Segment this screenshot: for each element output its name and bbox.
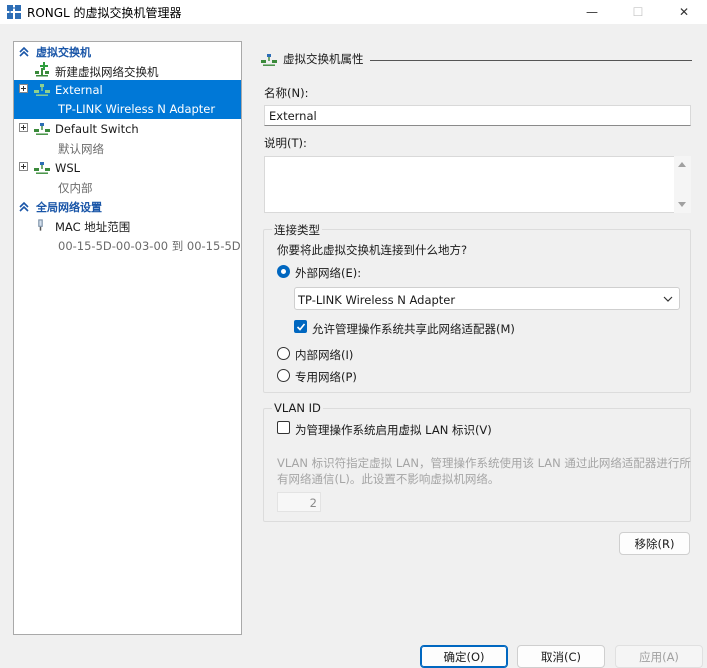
minimize-button[interactable]: —	[569, 0, 615, 24]
collapse-chevron-icon	[19, 201, 29, 212]
switch-item-wsl[interactable]: WSL 仅内部	[14, 158, 241, 197]
switch-item-external[interactable]: External TP-LINK Wireless N Adapter	[14, 80, 241, 119]
scroll-up-arrow-icon[interactable]	[678, 162, 686, 167]
properties-title: 虚拟交换机属性	[283, 52, 364, 66]
switch-item-default-switch[interactable]: Default Switch 默认网络	[14, 119, 241, 158]
header-divider	[370, 60, 692, 61]
private-network-label[interactable]: 专用网络(P)	[295, 369, 357, 385]
adapter-selected-value: TP-LINK Wireless N Adapter	[298, 293, 456, 307]
expand-icon[interactable]	[19, 162, 28, 171]
external-network-radio[interactable]	[277, 265, 290, 278]
enable-vlan-label[interactable]: 为管理操作系统启用虚拟 LAN 标识(V)	[295, 422, 492, 438]
section-global-label: 全局网络设置	[36, 200, 102, 214]
switch-tree-pane: 虚拟交换机 新建虚拟网络交换机 External TP-LINK Wireles…	[13, 41, 242, 635]
allow-share-label[interactable]: 允许管理操作系统共享此网络适配器(M)	[312, 321, 515, 337]
network-adapter-icon	[38, 219, 43, 231]
network-switch-icon	[261, 53, 277, 66]
network-switch-icon	[34, 123, 50, 135]
cancel-button[interactable]: 取消(C)	[517, 645, 605, 668]
new-virtual-switch-item[interactable]: 新建虚拟网络交换机	[14, 61, 241, 80]
notes-label: 说明(T):	[264, 136, 307, 150]
name-field[interactable]: External	[264, 105, 691, 126]
title-bar: RONGL 的虚拟交换机管理器 — ☐ ✕	[0, 0, 707, 24]
close-button[interactable]: ✕	[661, 0, 707, 24]
section-virtual-switches-label: 虚拟交换机	[36, 45, 91, 59]
properties-header: 虚拟交换机属性	[261, 51, 364, 67]
vlan-id-field: 2	[277, 492, 321, 512]
ok-button[interactable]: 确定(O)	[420, 645, 508, 668]
collapse-chevron-icon	[19, 46, 29, 57]
section-virtual-switches[interactable]: 虚拟交换机	[14, 42, 241, 61]
chevron-down-icon	[663, 296, 673, 302]
notes-scrollbar[interactable]	[674, 156, 691, 213]
allow-management-os-share-checkbox[interactable]	[294, 320, 307, 333]
section-global-network-settings[interactable]: 全局网络设置	[14, 197, 241, 216]
mac-address-range-item[interactable]: MAC 地址范围 00-15-5D-00-03-00 到 00-15-5D-..…	[14, 216, 241, 255]
connection-type-title: 连接类型	[272, 222, 322, 238]
new-switch-label: 新建虚拟网络交换机	[55, 65, 159, 79]
switch-name: Default Switch	[55, 122, 139, 136]
enable-vlan-checkbox[interactable]	[277, 421, 290, 434]
private-network-radio[interactable]	[277, 369, 290, 382]
switch-manager-app-icon	[7, 5, 21, 19]
internal-network-label[interactable]: 内部网络(I)	[295, 347, 353, 363]
expand-icon[interactable]	[19, 123, 28, 132]
connection-question: 你要将此虚拟交换机连接到什么地方?	[277, 243, 468, 257]
switch-subtitle: 仅内部	[58, 181, 93, 195]
new-switch-icon	[35, 62, 49, 77]
network-adapter-dropdown[interactable]: TP-LINK Wireless N Adapter	[294, 287, 680, 310]
maximize-button: ☐	[632, 5, 644, 19]
internal-network-radio[interactable]	[277, 347, 290, 360]
vlan-description-line-2: 有网络通信(L)。此设置不影响虚拟机网络。	[277, 472, 500, 486]
scroll-down-arrow-icon[interactable]	[678, 202, 686, 207]
network-switch-icon	[34, 162, 50, 174]
apply-button: 应用(A)	[615, 645, 703, 668]
switch-properties-pane: 虚拟交换机属性 名称(N): External 说明(T): 连接类型 你要将此…	[249, 41, 707, 635]
switch-subtitle: TP-LINK Wireless N Adapter	[58, 102, 216, 116]
window-title: RONGL 的虚拟交换机管理器	[27, 5, 182, 20]
expand-icon[interactable]	[19, 84, 28, 93]
name-label: 名称(N):	[264, 86, 309, 100]
remove-button[interactable]: 移除(R)	[619, 532, 690, 555]
mac-range-value: 00-15-5D-00-03-00 到 00-15-5D-...	[58, 239, 242, 253]
network-switch-icon	[34, 84, 50, 96]
external-network-label[interactable]: 外部网络(E):	[295, 265, 361, 281]
notes-field[interactable]	[264, 156, 691, 213]
switch-subtitle: 默认网络	[58, 142, 104, 156]
checkmark-icon	[296, 323, 306, 331]
vlan-title: VLAN ID	[272, 401, 323, 415]
switch-name: External	[55, 83, 103, 97]
switch-name: WSL	[55, 161, 81, 175]
vlan-description-line-1: VLAN 标识符指定虚拟 LAN，管理操作系统使用该 LAN 通过此网络适配器进…	[277, 456, 691, 470]
mac-range-label: MAC 地址范围	[55, 220, 131, 234]
